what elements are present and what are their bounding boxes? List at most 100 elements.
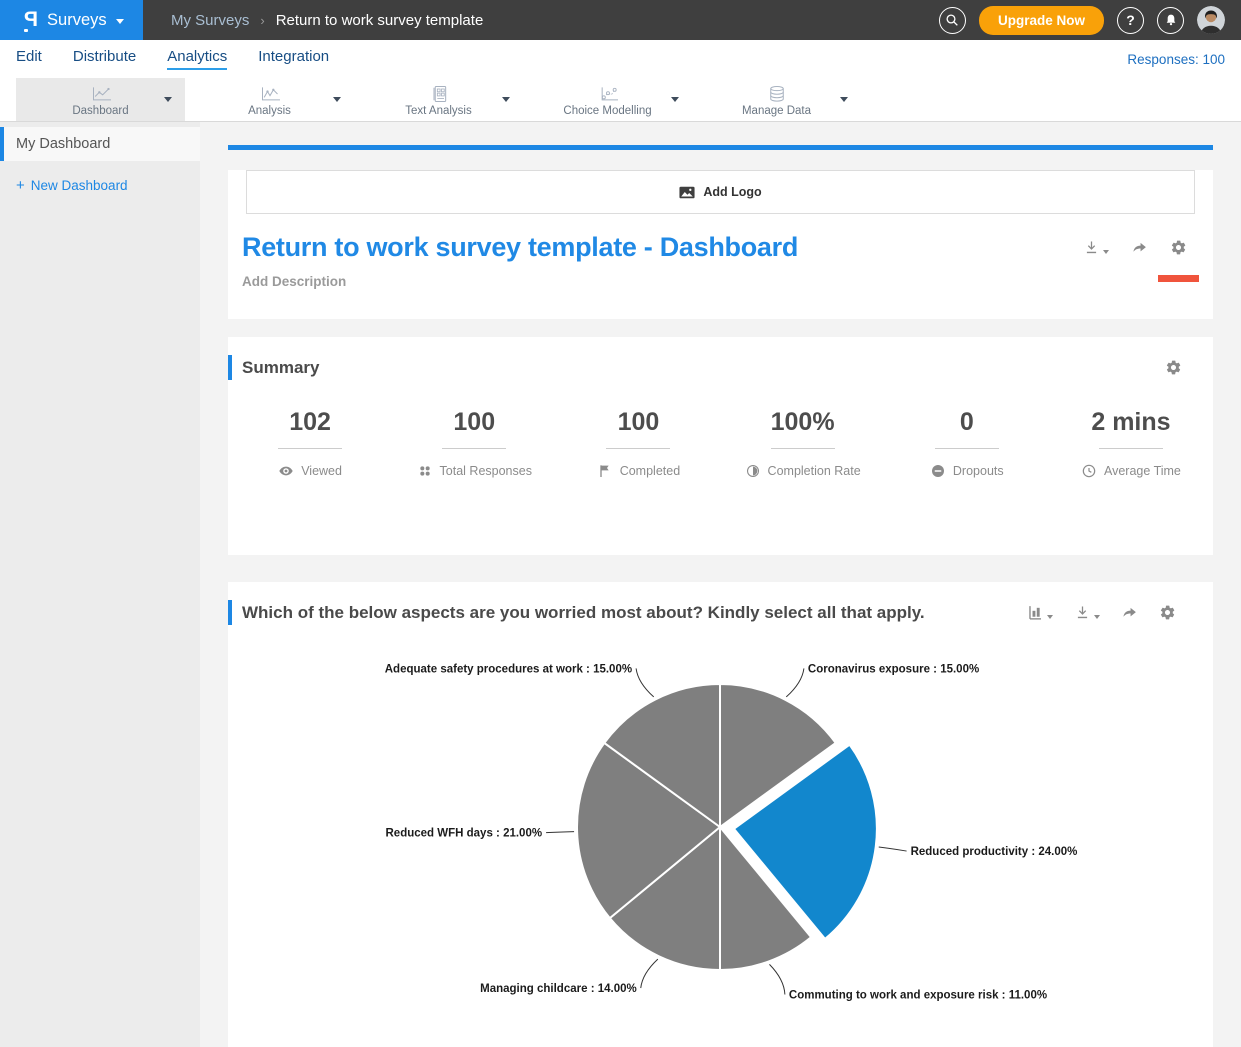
stat-label: Viewed	[301, 464, 342, 478]
pie-label-leader	[786, 668, 804, 697]
user-photo-icon	[1197, 6, 1225, 34]
tool-text-analysis[interactable]: Text Analysis	[354, 78, 523, 121]
stat-label: Total Responses	[440, 464, 532, 478]
summary-card: Summary 102 Viewed 100	[228, 337, 1213, 555]
stat-value: 100	[556, 408, 720, 437]
stat-dropouts: 0 Dropouts	[885, 408, 1049, 479]
summary-settings-button[interactable]	[1165, 359, 1182, 376]
gear-icon	[1159, 604, 1176, 621]
questionpro-logo-icon: P	[24, 9, 38, 31]
tool-analysis[interactable]: Analysis	[185, 78, 354, 121]
question-settings-button[interactable]	[1159, 604, 1176, 621]
chevron-down-icon[interactable]	[840, 97, 848, 102]
breadcrumb-current: Return to work survey template	[276, 12, 484, 29]
pie-label: Commuting to work and exposure risk : 11…	[789, 989, 1047, 1001]
pie-label: Managing childcare : 14.00%	[480, 983, 637, 995]
tab-edit[interactable]: Edit	[16, 48, 42, 70]
download-button[interactable]	[1083, 239, 1109, 256]
upgrade-now-button[interactable]: Upgrade Now	[979, 6, 1104, 35]
divider	[278, 448, 342, 449]
bar-chart-icon	[1027, 604, 1044, 621]
pie-chart-container: Coronavirus exposure : 15.00% Reduced pro…	[228, 639, 1213, 1047]
avatar[interactable]	[1197, 6, 1225, 34]
stat-value: 0	[885, 408, 1049, 437]
database-icon	[761, 84, 793, 104]
pie-label: Reduced productivity : 24.00%	[911, 846, 1078, 858]
breadcrumb: My Surveys › Return to work survey templ…	[171, 12, 483, 29]
settings-button[interactable]	[1170, 239, 1187, 256]
chevron-down-icon[interactable]	[164, 97, 172, 102]
tab-distribute[interactable]: Distribute	[73, 48, 136, 70]
stat-value: 100	[392, 408, 556, 437]
section-accent-bar	[228, 600, 232, 625]
share-arrow-icon	[1131, 239, 1148, 256]
trend-chart-icon	[254, 84, 286, 104]
pie-chart-svg: Coronavirus exposure : 15.00% Reduced pro…	[228, 639, 1213, 1047]
header-actions: Upgrade Now ?	[939, 6, 1241, 35]
stat-label: Dropouts	[953, 464, 1004, 478]
tool-dashboard[interactable]: Dashboard	[16, 78, 185, 121]
question-share-button[interactable]	[1121, 604, 1138, 621]
flag-icon	[597, 463, 613, 479]
responses-count[interactable]: Responses: 100	[1127, 52, 1225, 67]
chevron-down-icon	[1103, 250, 1109, 254]
chevron-down-icon	[1047, 615, 1053, 619]
gear-icon	[1165, 359, 1182, 376]
pie-label-leader	[641, 959, 658, 988]
chevron-down-icon	[1094, 615, 1100, 619]
tool-manage-data[interactable]: Manage Data	[692, 78, 861, 121]
dashboard-sidebar: My Dashboard + New Dashboard	[0, 122, 200, 1047]
notifications-button[interactable]	[1157, 7, 1184, 34]
divider	[935, 448, 999, 449]
tab-integration[interactable]: Integration	[258, 48, 329, 70]
stat-value: 102	[228, 408, 392, 437]
dashboard-main: Add Logo Return to work survey template …	[200, 122, 1241, 1047]
stat-average-time: 2 mins Average Time	[1049, 408, 1213, 479]
summary-stats: 102 Viewed 100 Total Responses 100 Compl…	[228, 408, 1213, 479]
chart-type-button[interactable]	[1027, 604, 1053, 621]
stat-total-responses: 100 Total Responses	[392, 408, 556, 479]
picture-icon	[679, 186, 695, 199]
dots-grid-icon	[417, 463, 433, 479]
analytics-toolbar: Dashboard Analysis Text Analysis Choice …	[0, 78, 1241, 122]
chevron-down-icon	[116, 19, 124, 24]
choice-modelling-icon	[592, 84, 624, 104]
annotation-highlight	[1158, 275, 1199, 282]
new-dashboard-button[interactable]: + New Dashboard	[16, 177, 200, 194]
stat-completion-rate: 100% Completion Rate	[721, 408, 885, 479]
eye-icon	[278, 463, 294, 479]
question-download-button[interactable]	[1074, 604, 1100, 621]
bell-icon	[1163, 12, 1179, 28]
search-icon	[944, 12, 960, 28]
add-logo-button[interactable]: Add Logo	[246, 170, 1195, 214]
stat-label: Completed	[620, 464, 680, 478]
dashboard-title[interactable]: Return to work survey template - Dashboa…	[242, 230, 1083, 264]
download-icon	[1083, 239, 1100, 256]
chevron-down-icon[interactable]	[671, 97, 679, 102]
pie-label: Coronavirus exposure : 15.00%	[808, 663, 979, 675]
tab-analytics[interactable]: Analytics	[167, 48, 227, 70]
search-button[interactable]	[939, 7, 966, 34]
breadcrumb-my-surveys[interactable]: My Surveys	[171, 12, 249, 29]
clock-icon	[1081, 463, 1097, 479]
stat-completed: 100 Completed	[556, 408, 720, 479]
minus-circle-icon	[930, 463, 946, 479]
summary-title: Summary	[242, 358, 1165, 378]
chevron-down-icon[interactable]	[502, 97, 510, 102]
stat-viewed: 102 Viewed	[228, 408, 392, 479]
question-title: Which of the below aspects are you worri…	[242, 603, 1027, 623]
chevron-down-icon[interactable]	[333, 97, 341, 102]
pie-label: Adequate safety procedures at work : 15.…	[385, 663, 632, 675]
divider	[442, 448, 506, 449]
share-button[interactable]	[1131, 239, 1148, 256]
section-accent-bar	[228, 355, 232, 380]
tool-choice-modelling[interactable]: Choice Modelling	[523, 78, 692, 121]
sidebar-item-my-dashboard[interactable]: My Dashboard	[0, 127, 200, 161]
product-logo[interactable]: P Surveys	[0, 0, 143, 40]
top-header-bar: P Surveys My Surveys › Return to work su…	[0, 0, 1241, 40]
stat-label: Average Time	[1104, 464, 1181, 478]
add-description-button[interactable]: Add Description	[242, 274, 1213, 289]
stat-label: Completion Rate	[768, 464, 861, 478]
question-card: Which of the below aspects are you worri…	[228, 582, 1213, 1047]
help-button[interactable]: ?	[1117, 7, 1144, 34]
